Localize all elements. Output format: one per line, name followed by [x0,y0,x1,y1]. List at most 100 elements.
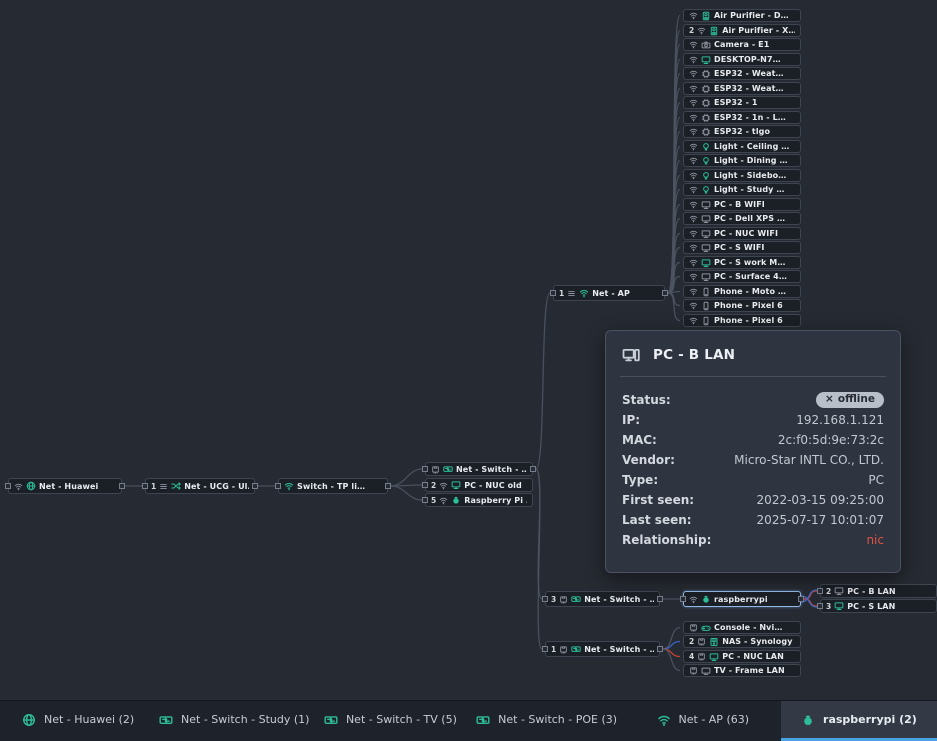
port [680,596,686,602]
wifi-icon [689,229,698,238]
panel-title: PC - B LAN [653,347,735,363]
node-phone-pixel-6b[interactable]: Phone - Pixel 6 [683,314,801,327]
node-pc-s-wifi[interactable]: PC - S WIFI [683,241,801,254]
node-light-ceiling[interactable]: Light - Ceiling … [683,140,801,153]
node-light-dining[interactable]: Light - Dining … [683,154,801,167]
node-pc-b-wifi[interactable]: PC - B WIFI [683,198,801,211]
monitor-icon [701,55,711,65]
node-net-switch-study[interactable]: Net - Switch - … [425,462,533,476]
monitor-icon [834,586,844,596]
ethernet-icon [689,666,698,675]
link-count-badge: 2 [431,481,436,490]
tab-net-huawei-2[interactable]: Net - Huawei (2) [0,701,156,741]
wifi-icon [689,113,698,122]
detail-value: 2025-07-17 10:01:07 [757,513,884,527]
node-label: Net - AP [592,289,630,298]
bars-icon [567,289,576,298]
link-count-badge: 1 [559,289,564,298]
node-pc-nuc-old[interactable]: 2PC - NUC old [425,478,533,492]
node-pc-s-work[interactable]: PC - S work M… [683,256,801,269]
link-count-badge: 2 [826,587,831,596]
node-esp32-1[interactable]: ESP32 - 1 [683,96,801,109]
chip-icon [701,69,711,79]
switch-icon [571,644,581,654]
detail-value: 2c:f0:5d:9e:73:2c [778,433,884,447]
panel-rows: Status:×offlineIP:192.168.1.121MAC:2c:f0… [606,377,900,550]
monitor-icon [701,229,711,239]
node-label: Light - Study … [714,185,784,194]
node-pc-nuc-lan[interactable]: 4PC - NUC LAN [683,650,801,663]
port [422,466,428,472]
node-label: PC - B WIFI [714,200,765,209]
node-label: Light - Sidebo… [714,171,786,180]
node-net-ap[interactable]: 1 Net - AP [553,285,665,301]
ethernet-icon [689,623,698,632]
wifi-icon [689,142,698,151]
node-light-sideboard[interactable]: Light - Sidebo… [683,169,801,182]
ethernet-icon [559,645,568,654]
port [252,483,258,489]
node-tv-frame-lan[interactable]: TV - Frame LAN [683,664,801,677]
node-air-purifier-d[interactable]: Air Purifier - D… [683,9,801,22]
ethernet-icon [697,637,706,646]
tab-net-switch-study-1[interactable]: Net - Switch - Study (1) [156,701,312,741]
port [385,483,391,489]
status-badge: ×offline [816,392,884,409]
node-label: Net - UCG - Ul… [184,482,249,491]
node-pc-surface[interactable]: PC - Surface 4… [683,270,801,283]
node-net-switch-poe[interactable]: 1Net - Switch - … [545,641,660,657]
node-esp32-tlgo[interactable]: ESP32 - tlgo [683,125,801,138]
wifi-icon [689,301,698,310]
node-nas-synology[interactable]: 2NAS - Synology [683,635,801,648]
link-count-badge: 2 [689,637,694,646]
node-light-study[interactable]: Light - Study … [683,183,801,196]
detail-value: 2022-03-15 09:25:00 [757,493,884,507]
node-net-switch-tv[interactable]: 3Net - Switch - … [545,591,660,607]
port [662,290,668,296]
tab-raspberrypi-2[interactable]: raspberrypi (2) [781,701,937,741]
port [817,603,823,609]
tab-net-switch-poe-3[interactable]: Net - Switch - POE (3) [469,701,625,741]
port [5,483,11,489]
node-esp32-weat-2[interactable]: ESP32 - Weat… [683,82,801,95]
node-phone-moto[interactable]: Phone - Moto … [683,285,801,298]
node-label: TV - Frame LAN [714,666,785,675]
node-phone-pixel-6a[interactable]: Phone - Pixel 6 [683,299,801,312]
node-air-purifier-x[interactable]: 2Air Purifier - X… [683,24,801,37]
node-pc-s-lan[interactable]: 3PC - S LAN [820,599,937,613]
node-esp32-weat-1[interactable]: ESP32 - Weat… [683,67,801,80]
node-net-ucg[interactable]: 1Net - UCG - Ul… [145,478,255,494]
node-pc-b-lan[interactable]: 2PC - B LAN [820,584,937,598]
detail-row: First seen:2022-03-15 09:25:00 [622,490,884,510]
node-switch-tp[interactable]: Switch - TP li… [278,478,388,494]
wifi-icon [689,171,698,180]
detail-row: Status:×offline [622,390,884,410]
node-net-huawei[interactable]: Net - Huawei [8,478,122,494]
detail-value: PC [868,473,884,487]
port [275,483,281,489]
tab-net-switch-tv-5[interactable]: Net - Switch - TV (5) [312,701,468,741]
detail-label: Last seen: [622,513,692,527]
wifi-icon [689,55,698,64]
node-pc-dell-xps[interactable]: PC - Dell XPS … [683,212,801,225]
bulb-icon [701,185,711,195]
node-label: Switch - TP li… [297,482,365,491]
port [542,596,548,602]
airpurifier-icon [701,11,711,21]
node-pc-nuc-wifi[interactable]: PC - NUC WIFI [683,227,801,240]
wifi-icon [284,481,294,491]
switch-icon [324,713,338,727]
port [422,482,428,488]
detail-value: nic [866,533,884,547]
wifi-icon [14,482,23,491]
node-esp32-1n[interactable]: ESP32 - 1n - L… [683,111,801,124]
node-raspberry-pi-old[interactable]: 5Raspberry Pi … [425,493,533,507]
node-desktop-n7[interactable]: DESKTOP-N7… [683,53,801,66]
node-console-nvidia[interactable]: Console - Nvi… [683,621,801,634]
panel-header: PC - B LAN [606,331,900,376]
node-camera-e1[interactable]: Camera - E1 [683,38,801,51]
node-label: Light - Dining … [714,156,788,165]
tab-net-ap-63[interactable]: Net - AP (63) [625,701,781,741]
node-raspberrypi[interactable]: raspberrypi [683,591,801,607]
tv-icon [701,666,711,676]
